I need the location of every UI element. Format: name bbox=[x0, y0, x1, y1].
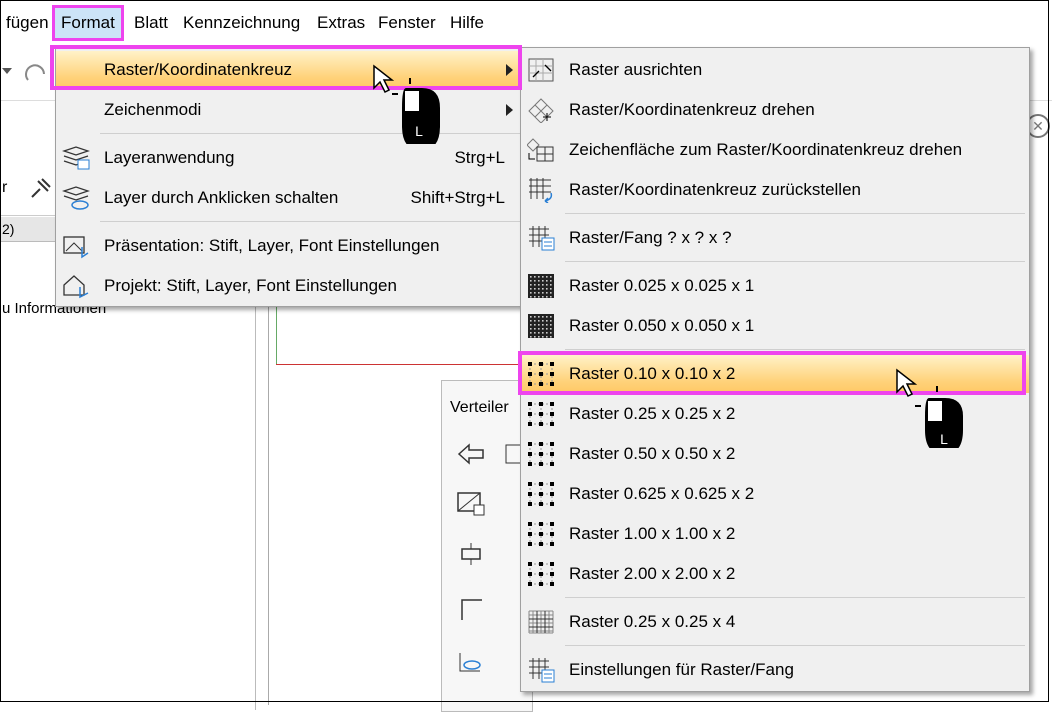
grid-settings-icon bbox=[529, 226, 555, 251]
grid-rotate-icon bbox=[528, 98, 554, 123]
submenu-item[interactable]: Raster 2.00 x 2.00 x 2 bbox=[521, 555, 1029, 593]
submenu-item-label: Raster ausrichten bbox=[569, 60, 703, 79]
submenu-item[interactable]: Raster/Koordinatenkreuz drehen bbox=[521, 91, 1029, 129]
project-icon bbox=[63, 275, 89, 299]
grid-align-icon bbox=[528, 58, 554, 82]
redo-icon[interactable] bbox=[24, 62, 52, 86]
menu-separator bbox=[100, 221, 520, 222]
submenu-item[interactable]: Raster/Koordinatenkreuz zurückstellen bbox=[521, 171, 1029, 209]
menu-item-layeranwendung[interactable]: Layeranwendung Strg+L bbox=[56, 139, 523, 177]
dot-grid-icon bbox=[528, 362, 554, 386]
dot-grid-icon bbox=[528, 482, 554, 506]
submenu-item-label: Raster 1.00 x 1.00 x 2 bbox=[569, 524, 736, 543]
dense-grid-icon bbox=[528, 274, 554, 298]
submenu-item[interactable]: Einstellungen für Raster/Fang bbox=[521, 651, 1029, 689]
submenu-arrow-icon bbox=[506, 64, 513, 76]
corner-line-icon[interactable] bbox=[456, 596, 486, 622]
dot-grid-icon bbox=[528, 562, 554, 586]
dropdown-arrow-icon[interactable] bbox=[2, 68, 12, 74]
plug-icon[interactable] bbox=[28, 173, 54, 203]
left-strip-text: r bbox=[2, 179, 8, 196]
menu-separator bbox=[565, 645, 1025, 646]
menu-separator bbox=[565, 261, 1025, 262]
menu-kennzeichnung[interactable]: Kennzeichnung bbox=[177, 8, 306, 38]
submenu-item-label: Einstellungen für Raster/Fang bbox=[569, 660, 794, 679]
submenu-item-label: Raster 2.00 x 2.00 x 2 bbox=[569, 564, 736, 583]
submenu-item[interactable]: Raster/Fang ? x ? x ? bbox=[521, 219, 1029, 257]
menu-item-label: Präsentation: Stift, Layer, Font Einstel… bbox=[104, 236, 440, 255]
component-icon[interactable] bbox=[456, 541, 486, 567]
submenu-item-label: Raster 0.025 x 0.025 x 1 bbox=[569, 276, 755, 295]
submenu-item[interactable]: Raster 0.025 x 0.025 x 1 bbox=[521, 267, 1029, 305]
submenu-item-label: Raster/Koordinatenkreuz drehen bbox=[569, 100, 815, 119]
menu-item-label: Raster/Koordinatenkreuz bbox=[104, 60, 293, 79]
menu-item-projekt[interactable]: Projekt: Stift, Layer, Font Einstellunge… bbox=[56, 267, 523, 305]
submenu-item-label: Raster 0.25 x 0.25 x 2 bbox=[569, 404, 736, 423]
menu-item-label: Layer durch Anklicken schalten bbox=[104, 188, 339, 207]
menubar: fügen Format Blatt Kennzeichnung Extras … bbox=[0, 0, 1052, 48]
submenu-item[interactable]: Raster 1.00 x 1.00 x 2 bbox=[521, 515, 1029, 553]
menu-format[interactable]: Format bbox=[52, 5, 124, 41]
canvas-guide-green bbox=[276, 305, 277, 365]
submenu-item[interactable]: Raster ausrichten bbox=[521, 51, 1029, 89]
submenu-item-label: Zeichenfläche zum Raster/Koordinatenkreu… bbox=[569, 140, 963, 159]
submenu-item-label: Raster 0.25 x 0.25 x 4 bbox=[569, 612, 736, 631]
menu-blatt[interactable]: Blatt bbox=[128, 8, 174, 38]
verteiler-title: Verteiler bbox=[450, 399, 509, 416]
submenu-item-label: Raster 0.050 x 0.050 x 1 bbox=[569, 316, 755, 335]
menu-hilfe[interactable]: Hilfe bbox=[444, 8, 490, 38]
menu-item-label: Zeichenmodi bbox=[104, 100, 202, 119]
canvas-rotate-icon bbox=[527, 138, 554, 162]
menu-einfuegen[interactable]: fügen bbox=[0, 8, 55, 38]
dense-grid-icon bbox=[528, 314, 554, 338]
mouse-left-click-icon: L bbox=[896, 368, 963, 448]
menu-item-label: Projekt: Stift, Layer, Font Einstellunge… bbox=[104, 276, 397, 295]
mouse-left-click-icon: L bbox=[373, 64, 440, 144]
menu-item-layer-anklicken[interactable]: Layer durch Anklicken schalten Shift+Str… bbox=[56, 179, 523, 217]
left-toolbar-strip: r bbox=[0, 165, 55, 216]
submenu-arrow-icon bbox=[506, 104, 513, 116]
menu-item-raster-koordinatenkreuz[interactable]: Raster/Koordinatenkreuz bbox=[56, 51, 523, 89]
dot-grid-icon bbox=[528, 402, 554, 426]
menu-separator bbox=[565, 349, 1025, 350]
submenu-item-label: Raster 0.10 x 0.10 x 2 bbox=[569, 364, 736, 383]
eye-layer-icon[interactable] bbox=[456, 649, 486, 675]
left-tab[interactable]: 2) bbox=[0, 217, 57, 242]
menu-item-label: Layeranwendung bbox=[104, 148, 235, 167]
menu-separator bbox=[565, 597, 1025, 598]
menu-extras[interactable]: Extras bbox=[311, 8, 371, 38]
submenu-item-label: Raster 0.625 x 0.625 x 2 bbox=[569, 484, 755, 503]
arrow-left-icon[interactable] bbox=[456, 441, 486, 467]
menu-item-shortcut: Strg+L bbox=[454, 148, 505, 167]
cursor-label: L bbox=[415, 123, 423, 139]
grid-settings-icon bbox=[529, 658, 555, 683]
drawing-list-icon[interactable] bbox=[456, 491, 486, 517]
menu-item-shortcut: Shift+Strg+L bbox=[410, 188, 505, 207]
submenu-item-label: Raster 0.50 x 0.50 x 2 bbox=[569, 444, 736, 463]
submenu-item[interactable]: Raster 0.050 x 0.050 x 1 bbox=[521, 307, 1029, 345]
layers-eye-icon bbox=[62, 186, 90, 210]
menu-item-praesentation[interactable]: Präsentation: Stift, Layer, Font Einstel… bbox=[56, 227, 523, 265]
submenu-item[interactable]: Raster 0.625 x 0.625 x 2 bbox=[521, 475, 1029, 513]
grid-reset-icon bbox=[529, 178, 553, 203]
layers-icon bbox=[62, 146, 90, 170]
cursor-label: L bbox=[940, 431, 948, 447]
submenu-item-label: Raster/Fang ? x ? x ? bbox=[569, 228, 732, 247]
menu-separator bbox=[100, 133, 520, 134]
presentation-icon bbox=[63, 236, 89, 259]
format-menu: Raster/Koordinatenkreuz Zeichenmodi Laye… bbox=[55, 47, 524, 307]
menu-item-zeichenmodi[interactable]: Zeichenmodi bbox=[56, 91, 523, 129]
dot-grid-icon bbox=[528, 442, 554, 466]
canvas-guide-red bbox=[276, 364, 522, 365]
submenu-item-label: Raster/Koordinatenkreuz zurückstellen bbox=[569, 180, 861, 199]
submenu-item[interactable]: Zeichenfläche zum Raster/Koordinatenkreu… bbox=[521, 131, 1029, 169]
dot-grid-icon bbox=[528, 522, 554, 546]
menu-fenster[interactable]: Fenster bbox=[372, 8, 442, 38]
menu-separator bbox=[565, 213, 1025, 214]
submenu-item[interactable]: Raster 0.25 x 0.25 x 4 bbox=[521, 603, 1029, 641]
fine-grid-icon bbox=[528, 610, 554, 634]
